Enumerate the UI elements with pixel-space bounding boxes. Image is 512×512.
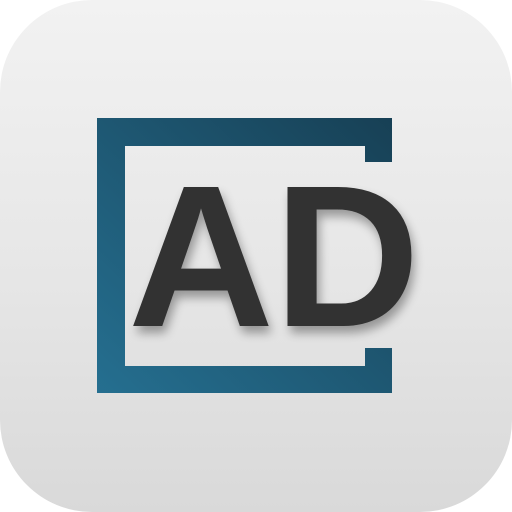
monogram-text: AD	[128, 143, 420, 369]
app-icon-artwork: AD	[97, 118, 420, 393]
app-icon[interactable]: AD	[0, 0, 512, 512]
